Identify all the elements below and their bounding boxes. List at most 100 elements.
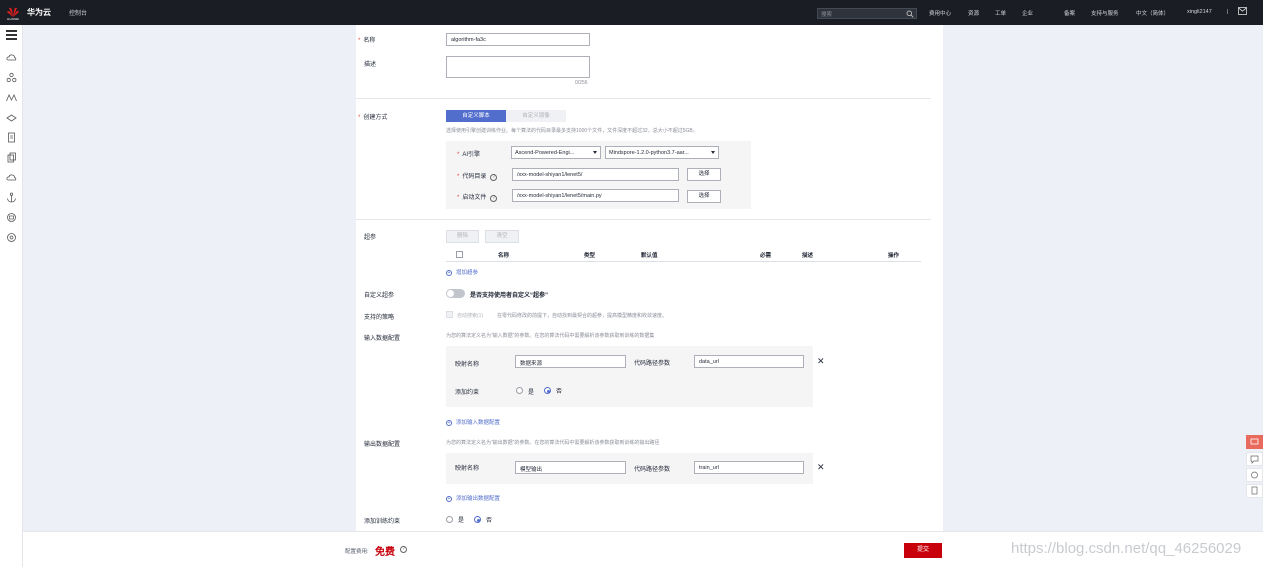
chat-icon[interactable] xyxy=(1246,452,1263,466)
engine-version-select[interactable]: Mindspore-1.2.0-python3.7-aar... xyxy=(605,146,719,159)
hyperparams-table-header: 名称 类型 默认值 必需 描述 操作 xyxy=(446,248,921,262)
help-icon[interactable] xyxy=(1246,468,1263,482)
create-method-hint: 选择使用引擎创建训练作业。每个算法的代码目录最多支持1000个文件，文件深度不超… xyxy=(446,128,698,134)
code-dir-input[interactable]: /xxx-model-shiyan1/lenet5/ xyxy=(512,168,679,181)
code-path-label: 代码路径参数 xyxy=(634,467,671,473)
column-header: 必需 xyxy=(760,253,772,259)
hyperparams-label: 超参 xyxy=(364,235,377,241)
huawei-logo-icon[interactable]: HUAWEI xyxy=(5,4,21,20)
train-constraint-no-radio[interactable] xyxy=(474,516,481,523)
add-hyperparam-link[interactable]: + 增加超参 xyxy=(446,268,478,276)
help-icon[interactable]: ? xyxy=(490,174,498,181)
tab-custom-script[interactable]: 自定义脚本 xyxy=(446,110,506,122)
map-name-label: 映射名称 xyxy=(455,466,480,472)
fee-value: 免费 xyxy=(375,547,395,558)
input-data-label: 输入数据配置 xyxy=(364,336,401,342)
nav-tickets[interactable]: 工单 xyxy=(995,9,1006,17)
column-header: 操作 xyxy=(888,253,900,259)
engine-select[interactable]: Ascend-Powered-Engi... xyxy=(511,146,601,159)
column-header: 默认值 xyxy=(641,253,658,259)
input-map-name-field[interactable]: 数据来源 xyxy=(515,355,626,368)
mountains-icon[interactable] xyxy=(6,92,17,103)
radio-label: 否 xyxy=(556,389,563,395)
description-label: 描述 xyxy=(364,62,377,68)
copy-icon[interactable] xyxy=(6,152,17,163)
circle-info-icon[interactable] xyxy=(6,232,17,243)
help-icon[interactable]: ? xyxy=(400,546,407,553)
brand-name[interactable]: 华为云 xyxy=(27,7,51,18)
cloud-service-icon[interactable] xyxy=(6,172,17,183)
custom-hyper-toggle[interactable] xyxy=(446,289,465,298)
chevron-down-icon xyxy=(711,151,715,154)
tab-custom-image[interactable]: 自定义镜像 xyxy=(506,110,566,122)
mail-icon[interactable] xyxy=(1238,7,1247,15)
boot-file-label: * 启动文件? xyxy=(457,192,498,202)
search-placeholder: 搜索 xyxy=(821,12,833,18)
close-icon[interactable]: ✕ xyxy=(817,356,825,367)
add-circle-icon: + xyxy=(446,420,452,426)
nav-enterprise[interactable]: 企业 xyxy=(1022,9,1033,17)
submit-button[interactable]: 提交 xyxy=(904,543,942,558)
train-constraint-label: 添加训练约束 xyxy=(364,519,401,525)
select-all-checkbox[interactable] xyxy=(456,251,463,258)
nav-filing[interactable]: 备案 xyxy=(1064,9,1075,17)
anchor-icon[interactable] xyxy=(6,192,17,203)
output-code-path-field[interactable]: train_url xyxy=(694,461,804,474)
nav-support[interactable]: 支持与服务 xyxy=(1091,9,1119,17)
svg-text:HUAWEI: HUAWEI xyxy=(7,17,19,20)
add-circle-icon: + xyxy=(446,270,452,276)
output-map-name-field[interactable]: 模型输出 xyxy=(515,461,626,474)
search-icon[interactable] xyxy=(906,10,914,18)
nav-billing[interactable]: 费用中心 xyxy=(929,9,951,17)
add-output-data-link[interactable]: + 添加输出数据配置 xyxy=(446,494,500,502)
nav-username[interactable]: xingli2147 xyxy=(1187,9,1212,15)
train-constraint-yes-radio[interactable] xyxy=(446,516,453,523)
description-textarea[interactable] xyxy=(446,56,590,78)
auto-search-label: 自动搜索(1) xyxy=(457,313,484,319)
description-counter: 0/256 xyxy=(575,80,588,86)
left-sidebar xyxy=(0,25,23,567)
radio-label: 否 xyxy=(486,518,493,524)
add-input-data-link[interactable]: + 添加输入数据配置 xyxy=(446,418,500,426)
delete-button[interactable]: 删除 xyxy=(446,230,479,243)
layers-icon[interactable] xyxy=(6,112,17,123)
custom-hyper-text: 是否支持使用者自定义“超参” xyxy=(470,293,549,299)
boot-file-choose-button[interactable]: 选择 xyxy=(687,190,721,203)
close-icon[interactable]: ✕ xyxy=(817,462,825,473)
nav-resources[interactable]: 资源 xyxy=(968,9,979,17)
radio-label: 是 xyxy=(528,390,535,396)
nav-divider: | xyxy=(1227,9,1229,15)
strategy-hint: 在零代码修改的前提下，自动找到最契合的超参，提高模型精度和收敛速度。 xyxy=(497,313,668,319)
ai-engine-label: * AI引擎 xyxy=(457,152,481,158)
help-icon[interactable]: ? xyxy=(490,195,498,202)
feedback-icon[interactable] xyxy=(1246,435,1263,449)
auto-search-checkbox[interactable] xyxy=(446,311,453,318)
code-dir-choose-button[interactable]: 选择 xyxy=(687,168,721,181)
column-header: 描述 xyxy=(802,253,814,259)
constraint-no-radio[interactable] xyxy=(544,387,551,394)
create-method-label: * 创建方式 xyxy=(358,115,388,121)
cloud-icon[interactable] xyxy=(6,52,17,63)
nav-language[interactable]: 中文（简体） xyxy=(1136,9,1169,17)
console-link[interactable]: 控制台 xyxy=(69,8,87,17)
add-circle-icon: + xyxy=(446,496,452,502)
boot-file-input[interactable]: /xxx-model-shiyan1/lenet5/main.py xyxy=(512,189,679,202)
code-dir-label: * 代码目录? xyxy=(457,171,498,181)
clear-button[interactable]: 清空 xyxy=(485,230,519,243)
chevron-down-icon xyxy=(593,151,597,154)
name-input[interactable]: algorithm-fa3c xyxy=(446,33,590,46)
search-input[interactable]: 搜索 xyxy=(817,8,917,19)
triangle-nodes-icon[interactable] xyxy=(6,72,17,83)
name-label: * 名称 xyxy=(358,38,376,44)
divider xyxy=(356,98,931,99)
input-code-path-field[interactable]: data_url xyxy=(694,355,804,368)
document-icon[interactable] xyxy=(6,132,17,143)
input-data-hint: 为您的算法定义名为“输入数据”的参数。在您的算法代码中需要解析该参数获取到训练的… xyxy=(446,333,655,339)
constraint-yes-radio[interactable] xyxy=(516,387,523,394)
column-header: 类型 xyxy=(584,253,596,259)
fee-label: 配置费用: xyxy=(345,549,369,555)
network-icon[interactable] xyxy=(6,212,17,223)
document-icon[interactable] xyxy=(1246,484,1263,498)
menu-icon[interactable] xyxy=(6,30,17,42)
output-data-label: 输出数据配置 xyxy=(364,442,401,448)
